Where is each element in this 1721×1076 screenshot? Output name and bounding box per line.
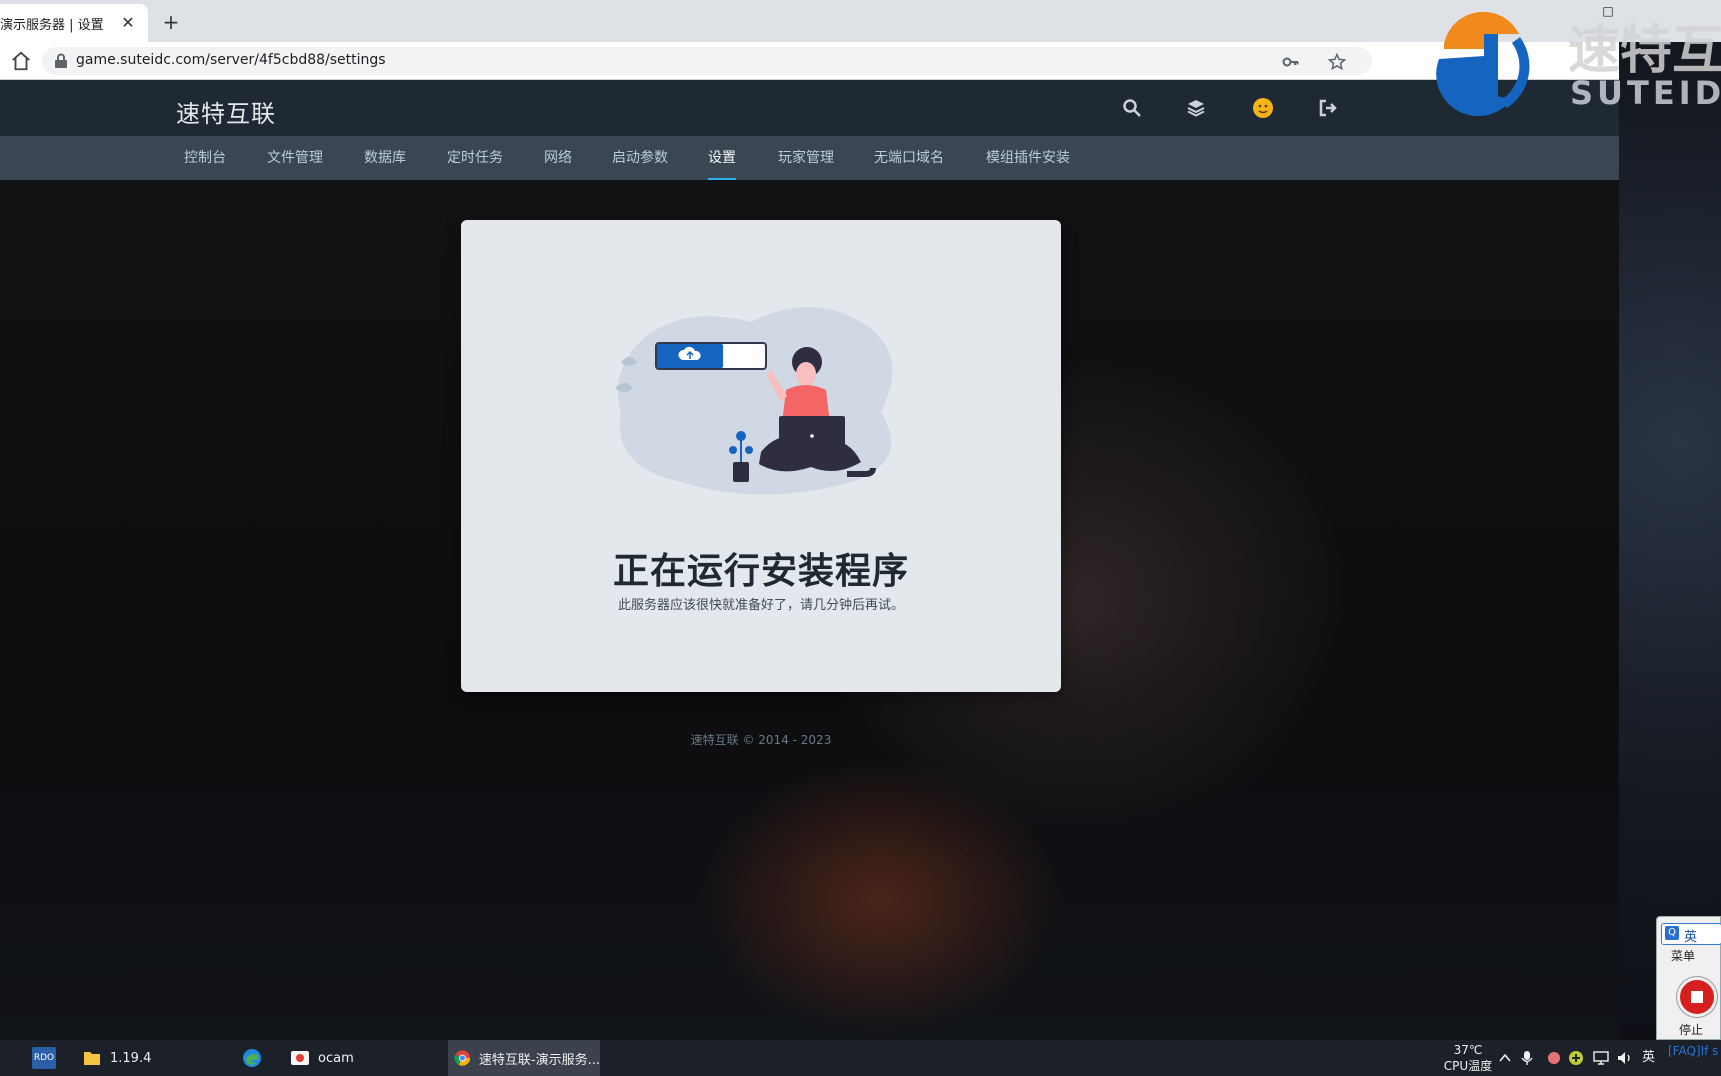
installing-title: 正在运行安装程序 — [612, 551, 909, 592]
faq-link[interactable]: [FAQ]If s — [1668, 1044, 1721, 1058]
page-footer: 速特互联 © 2014 - 2023 — [690, 733, 832, 747]
cpu-temp-label: CPU温度 — [1443, 1059, 1493, 1073]
recorder-stop-label: 停止 — [1679, 1023, 1704, 1037]
installing-card: 正在运行安装程序 此服务器应该很快就准备好了，请几分钟后再试。 — [461, 220, 1061, 692]
taskbar-chrome-label: 速特互联-演示服务... — [478, 1052, 600, 1068]
site-title[interactable]: 速特互联 — [176, 94, 276, 129]
home-icon[interactable] — [10, 50, 32, 72]
ime-logo-icon: Q — [1665, 926, 1679, 940]
microphone-icon[interactable] — [1520, 1050, 1534, 1066]
address-bar[interactable]: game.suteidc.com/server/4f5cbd88/setting… — [42, 47, 1372, 75]
nav-portless-domain[interactable]: 无端口域名 — [874, 136, 944, 180]
chrome-icon — [454, 1050, 471, 1066]
browser-tab[interactable]: 演示服务器 | 设置 ✕ — [0, 4, 148, 42]
search-icon[interactable] — [1122, 98, 1142, 118]
ime-indicator[interactable]: 英 — [1642, 1040, 1655, 1076]
cpu-temp-widget[interactable]: 37℃ CPU温度 — [1440, 1040, 1496, 1076]
chevron-up-icon[interactable] — [1498, 1051, 1512, 1065]
tab-close-icon[interactable]: ✕ — [118, 13, 138, 33]
watermark-en-text: SUTEIDC — [1570, 74, 1721, 112]
nav-databases[interactable]: 数据库 — [364, 136, 406, 180]
desktop-wallpaper-strip — [1619, 42, 1721, 1040]
taskbar-ocam-label: ocam — [318, 1050, 354, 1066]
key-icon[interactable] — [1282, 53, 1300, 71]
user-avatar-icon[interactable] — [1252, 97, 1274, 119]
tab-title: 演示服务器 | 设置 — [0, 17, 104, 33]
installing-illustration — [615, 307, 893, 495]
ocam-icon — [291, 1051, 309, 1065]
windows-taskbar: RDO 1.19.4 ocam 速特互联-演示服务... 37℃ CPU温度 英 — [0, 1040, 1721, 1076]
browser-toolbar: game.suteidc.com/server/4f5cbd88/setting… — [0, 42, 1619, 80]
recorder-widget: Q 英 菜单 停止 — [1656, 916, 1721, 1040]
tray-app-icon[interactable] — [1546, 1050, 1562, 1066]
ime-mode-label: 英 — [1684, 930, 1698, 945]
edge-icon — [243, 1049, 261, 1067]
nav-schedules[interactable]: 定时任务 — [447, 136, 503, 180]
nav-settings[interactable]: 设置 — [708, 136, 736, 180]
site-header: 速特互联 — [0, 80, 1619, 136]
taskbar-folder[interactable]: 1.19.4 — [82, 1040, 151, 1076]
suteidc-logo-icon — [1436, 11, 1530, 116]
nav-player-manager[interactable]: 玩家管理 — [778, 136, 834, 180]
new-tab-button[interactable]: + — [160, 12, 182, 34]
nav-console[interactable]: 控制台 — [184, 136, 226, 180]
volume-icon[interactable] — [1616, 1050, 1634, 1066]
taskbar-edge[interactable] — [242, 1040, 270, 1076]
taskbar-rdo[interactable]: RDO — [32, 1040, 58, 1076]
installing-description: 此服务器应该很快就准备好了，请几分钟后再试。 — [617, 598, 904, 613]
recorder-stop-button[interactable] — [1677, 977, 1717, 1017]
nav-file-manager[interactable]: 文件管理 — [267, 136, 323, 180]
rdo-icon: RDO — [32, 1047, 56, 1069]
nav-network[interactable]: 网络 — [544, 136, 572, 180]
server-nav: 控制台 文件管理 数据库 定时任务 网络 启动参数 设置 玩家管理 无端口域名 … — [0, 136, 1619, 180]
lock-icon[interactable] — [54, 53, 68, 69]
nav-startup[interactable]: 启动参数 — [612, 136, 668, 180]
tray-plus-icon[interactable] — [1568, 1050, 1584, 1066]
taskbar-folder-label: 1.19.4 — [110, 1050, 152, 1066]
bookmark-star-icon[interactable] — [1328, 53, 1346, 71]
logout-icon[interactable] — [1318, 98, 1338, 118]
url-text: game.suteidc.com/server/4f5cbd88/setting… — [76, 52, 386, 68]
recorder-menu-button[interactable]: 菜单 — [1671, 947, 1695, 964]
cpu-temp-value: 37℃ — [1453, 1043, 1483, 1057]
network-icon[interactable] — [1592, 1050, 1610, 1066]
watermark-cn-text: 速特互 — [1568, 21, 1721, 81]
ime-toolbar[interactable]: Q 英 — [1661, 923, 1721, 945]
stop-icon — [1691, 991, 1703, 1003]
taskbar-ocam[interactable]: ocam — [290, 1040, 354, 1076]
taskbar-chrome[interactable]: 速特互联-演示服务... — [448, 1040, 600, 1076]
layers-icon[interactable] — [1186, 98, 1206, 118]
folder-icon — [84, 1052, 100, 1065]
nav-mod-plugin-install[interactable]: 模组插件安装 — [986, 136, 1070, 180]
